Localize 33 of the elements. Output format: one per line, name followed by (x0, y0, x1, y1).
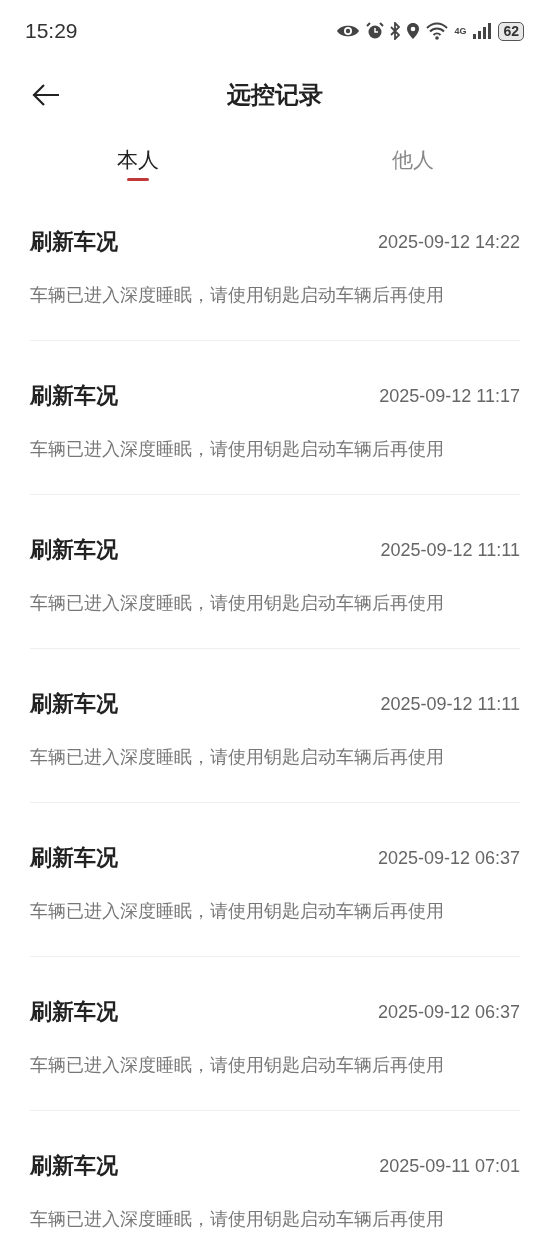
record-message: 车辆已进入深度睡眠，请使用钥匙启动车辆后再使用 (30, 591, 445, 615)
record-message: 车辆已进入深度睡眠，请使用钥匙启动车辆后再使用 (30, 899, 445, 923)
record-time: 2025-09-12 06:37 (377, 847, 520, 869)
eye-icon (336, 23, 361, 39)
record-time: 2025-09-11 07:01 (379, 1155, 520, 1177)
record-message: 车辆已进入深度睡眠，请使用钥匙启动车辆后再使用 (30, 437, 445, 461)
record-title: 刷新车况 (30, 536, 118, 564)
tab[interactable]: 他人 (275, 128, 550, 187)
alarm-icon (366, 22, 385, 40)
page-title: 远控记录 (227, 80, 323, 111)
record-time: 2025-09-12 14:22 (377, 231, 520, 253)
record-time: 2025-09-12 06:37 (377, 1001, 520, 1023)
record-time: 2025-09-12 11:11 (380, 693, 520, 715)
record-message: 车辆已进入深度睡眠，请使用钥匙启动车辆后再使用 (30, 1207, 445, 1231)
record-time: 2025-09-12 11:11 (380, 539, 520, 561)
record-title: 刷新车况 (30, 844, 118, 872)
record-title: 刷新车况 (30, 228, 118, 256)
record-time: 2025-09-12 11:17 (379, 385, 520, 407)
bluetooth-icon (390, 22, 401, 40)
status-time: 15:29 (25, 19, 78, 43)
record-message: 车辆已进入深度睡眠，请使用钥匙启动车辆后再使用 (30, 1053, 445, 1077)
location-icon (406, 22, 421, 40)
network-type: 4G (454, 26, 467, 36)
record-message: 车辆已进入深度睡眠，请使用钥匙启动车辆后再使用 (30, 745, 445, 769)
record-title: 刷新车况 (30, 690, 118, 718)
record-title: 刷新车况 (30, 1152, 118, 1180)
battery-level: 62 (498, 21, 524, 41)
wifi-icon (426, 22, 449, 40)
tab[interactable]: 本人 (0, 128, 275, 187)
signal-icon (472, 22, 493, 40)
record-title: 刷新车况 (30, 382, 118, 410)
record-title: 刷新车况 (30, 998, 118, 1026)
record-message: 车辆已进入深度睡眠，请使用钥匙启动车辆后再使用 (30, 283, 445, 307)
